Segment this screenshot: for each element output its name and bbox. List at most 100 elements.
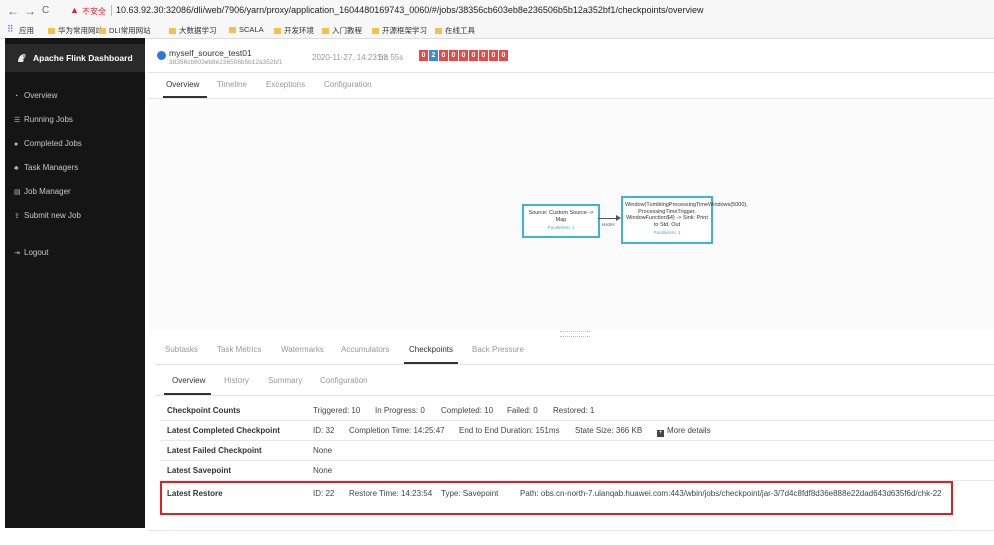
app-title[interactable]: Apache Flink Dashboard [33, 53, 133, 63]
completed-count: Completed: 10 [441, 406, 494, 415]
sidebar-item-label: Overview [24, 91, 58, 100]
more-details-button[interactable]: + More details [657, 426, 711, 437]
job-id: 38356cb603eb8e236506b5b12a352bf1 [169, 59, 283, 66]
annotation-highlight-box [160, 481, 953, 515]
sidebar-item-label: Completed Jobs [24, 139, 82, 148]
tab-checkpoint-overview[interactable]: Overview [172, 376, 205, 385]
tab-accumulators[interactable]: Accumulators [341, 345, 389, 354]
triggered-count: Triggered: 10 [313, 406, 361, 415]
edge-label: HASH [602, 222, 615, 227]
sidebar-item-completed-jobs[interactable]: ● Completed Jobs [14, 139, 82, 148]
sidebar-item-running-jobs[interactable]: ☰ Running Jobs [14, 115, 73, 124]
row-label: Latest Savepoint [167, 466, 232, 475]
sidebar [5, 38, 145, 528]
logout-icon: ⇥ [14, 250, 20, 257]
folder-icon [99, 28, 106, 35]
bookmark-folder[interactable]: 在线工具 [435, 25, 475, 36]
tab-overview[interactable]: Overview [166, 80, 199, 89]
tab-subtasks[interactable]: Subtasks [165, 345, 198, 354]
tab-exceptions[interactable]: Exceptions [266, 80, 305, 89]
bookmark-folder[interactable]: SCALA [229, 25, 264, 34]
server-icon: ▤ [14, 189, 21, 196]
tab-checkpoint-summary[interactable]: Summary [268, 376, 302, 385]
bookmark-folder[interactable]: 华为常用网站 [48, 25, 103, 36]
node-parallelism: Parallelism: 1 [547, 225, 575, 230]
latest-failed-value: None [313, 446, 333, 455]
divider [148, 98, 994, 99]
tab-watermarks[interactable]: Watermarks [281, 345, 324, 354]
warning-icon: ▲ [70, 5, 79, 15]
tab-task-metrics[interactable]: Task Metrics [217, 345, 261, 354]
sidebar-item-label: Task Managers [24, 163, 79, 172]
sidebar-item-submit-job[interactable]: ⇪ Submit new Job [14, 211, 81, 220]
latest-savepoint-value: None [313, 466, 333, 475]
status-badge: 0 [459, 50, 468, 61]
apps-grid-icon[interactable]: ⠿ [7, 24, 14, 35]
state-size: State Size: 366 KB [575, 426, 643, 435]
bookmark-folder[interactable]: DLI常用网站 [99, 25, 151, 36]
bookmark-apps[interactable]: 应用 [19, 25, 34, 36]
status-badge: 2 [429, 50, 438, 61]
table-row-latest-failed: Latest Failed Checkpoint None [160, 441, 994, 461]
in-progress-count: In Progress: 0 [375, 406, 425, 415]
list-icon: ☰ [14, 117, 21, 124]
row-label: Latest Failed Checkpoint [167, 446, 262, 455]
back-icon[interactable]: ← [7, 4, 19, 18]
bookmarks-bar: ⠿ 应用 华为常用网站 DLI常用网站 大数据学习 SCALA 开发环境 入门教… [0, 22, 994, 39]
folder-icon [48, 28, 55, 35]
sidebar-item-job-manager[interactable]: ▤ Job Manager [14, 187, 71, 196]
flink-logo-icon [18, 54, 26, 62]
sidebar-item-label: Logout [24, 248, 49, 257]
table-row-checkpoint-counts: Checkpoint Counts Triggered: 10 In Progr… [160, 401, 994, 421]
dashboard-icon: ◔ [14, 93, 19, 100]
upload-icon: ⇪ [14, 213, 20, 220]
sidebar-item-overview[interactable]: ◔ Overview [14, 91, 57, 100]
row-label: Checkpoint Counts [167, 406, 241, 415]
reload-icon[interactable]: C [42, 4, 49, 18]
divider [155, 364, 994, 365]
bookmark-folder[interactable]: 开源框架学习 [372, 25, 427, 36]
tab-configuration[interactable]: Configuration [324, 80, 372, 89]
folder-icon [169, 28, 176, 35]
failed-count: Failed: 0 [507, 406, 538, 415]
folder-icon [322, 28, 329, 35]
folder-icon [372, 28, 379, 35]
sidebar-item-label: Submit new Job [24, 211, 81, 220]
tab-checkpoint-configuration[interactable]: Configuration [320, 376, 368, 385]
plus-square-icon: + [657, 430, 664, 437]
row-label: Latest Completed Checkpoint [167, 426, 280, 435]
checkpoint-id: ID: 32 [313, 426, 335, 435]
resize-handle[interactable] [560, 331, 590, 337]
status-badge: 0 [419, 50, 428, 61]
status-badge: 0 [449, 50, 458, 61]
job-status-dot [157, 51, 166, 60]
graph-node-window[interactable]: Window(TumblingProcessingTimeWindows(500… [621, 196, 748, 244]
tab-back-pressure[interactable]: Back Pressure [472, 345, 524, 354]
sidebar-item-task-managers[interactable]: ♣ Task Managers [14, 163, 78, 172]
more-details-label: More details [667, 426, 711, 435]
task-status-badges: 0 2 0 0 0 0 0 0 0 [419, 50, 508, 62]
bookmark-folder[interactable]: 入门教程 [322, 25, 362, 36]
tab-checkpoint-history[interactable]: History [224, 376, 249, 385]
graph-node-source[interactable]: Source: Custom Source -> Map Parallelism… [522, 204, 600, 238]
status-badge: 0 [489, 50, 498, 61]
folder-icon [435, 28, 442, 35]
url-field[interactable]: 10.63.92.30:32086/dli/web/7906/yarn/prox… [116, 5, 703, 15]
bookmark-folder[interactable]: 大数据学习 [169, 25, 217, 36]
status-badge: 0 [439, 50, 448, 61]
security-warning[interactable]: 不安全 [82, 6, 106, 17]
completion-time: Completion Time: 14:25:47 [349, 426, 445, 435]
folder-icon [274, 28, 281, 35]
address-separator [111, 5, 112, 16]
divider [148, 530, 994, 531]
sidebar-item-logout[interactable]: ⇥ Logout [14, 248, 48, 257]
bookmark-folder[interactable]: 开发环境 [274, 25, 314, 36]
tab-timeline[interactable]: Timeline [217, 80, 247, 89]
job-name: myself_source_test01 [169, 48, 252, 58]
sidebar-item-label: Running Jobs [24, 115, 73, 124]
tab-checkpoints[interactable]: Checkpoints [409, 345, 453, 354]
node-parallelism: Parallelism: 1 [653, 230, 681, 235]
restored-count: Restored: 1 [553, 406, 595, 415]
status-badge: 0 [469, 50, 478, 61]
forward-icon[interactable]: → [24, 4, 36, 18]
